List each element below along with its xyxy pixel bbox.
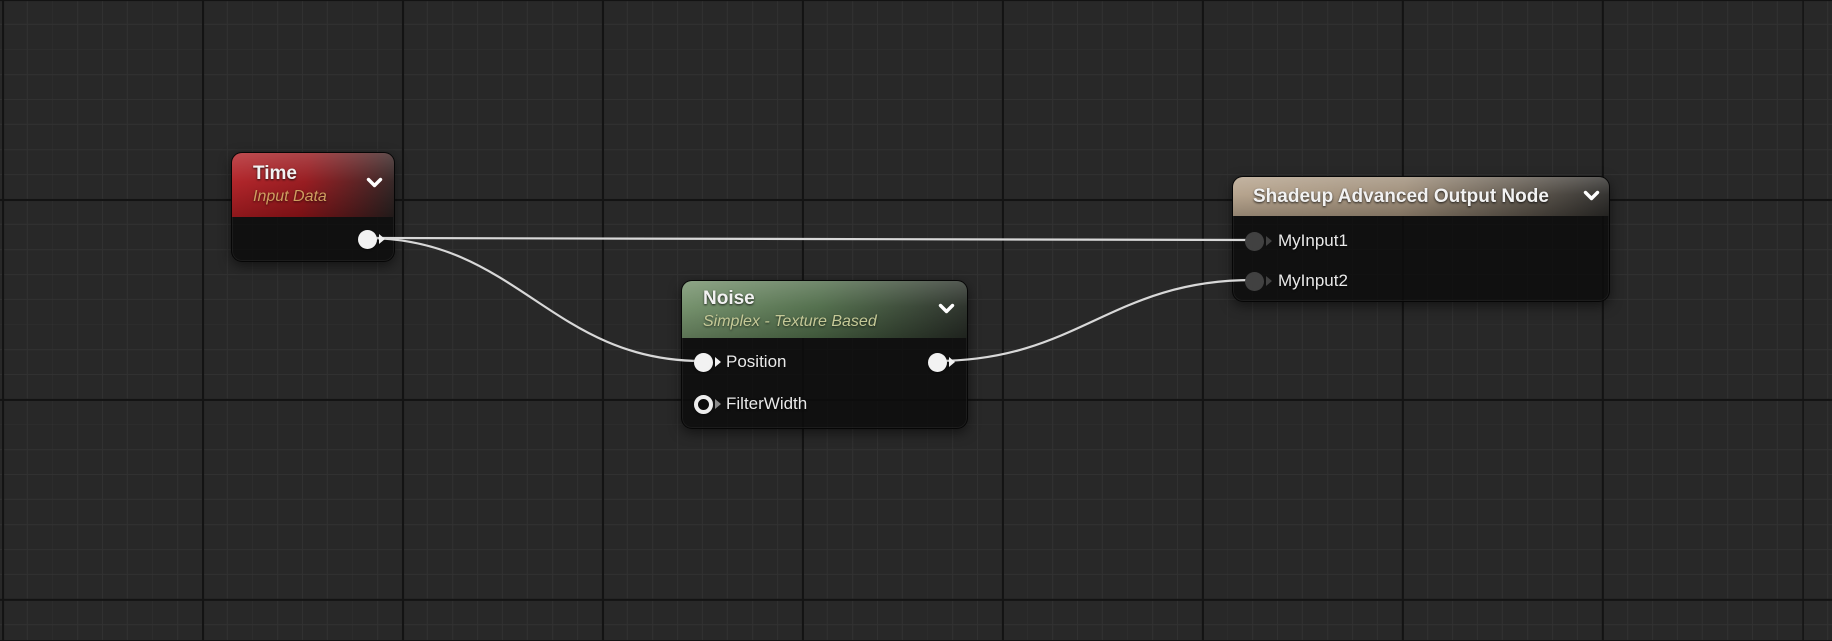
pin-shadeup-input-myinput1[interactable] [1244, 231, 1272, 251]
pin-noise-input-position[interactable] [693, 352, 721, 372]
pin-shadeup-input-myinput2[interactable] [1244, 271, 1272, 291]
pin-label-position: Position [726, 352, 787, 371]
node-title: Noise [703, 288, 755, 309]
node-shadeup-output[interactable]: Shadeup Advanced Output Node MyInput1 My… [1232, 176, 1610, 302]
node-noise[interactable]: Noise Simplex - Texture Based Position F… [681, 280, 968, 429]
node-title: Shadeup Advanced Output Node [1253, 186, 1549, 207]
pin-label-myinput1: MyInput1 [1278, 231, 1348, 250]
node-noise-header[interactable]: Noise Simplex - Texture Based [682, 281, 967, 338]
pin-time-output[interactable] [357, 229, 385, 249]
pin-noise-input-filterwidth[interactable] [693, 394, 721, 414]
chevron-down-icon[interactable] [1583, 190, 1600, 202]
node-subtitle: Simplex - Texture Based [703, 313, 877, 330]
node-time[interactable]: Time Input Data [231, 152, 395, 262]
chevron-down-icon[interactable] [366, 177, 383, 189]
wire-time-output-to-shadeup-MyInput1[interactable] [364, 236, 1255, 242]
wire-time-output-to-noise-Position[interactable] [364, 236, 704, 363]
node-subtitle: Input Data [253, 188, 327, 205]
node-shadeup-header[interactable]: Shadeup Advanced Output Node [1233, 177, 1609, 216]
pin-label-filterwidth: FilterWidth [726, 394, 808, 413]
wire-noise-result-to-shadeup-MyInput2[interactable] [934, 278, 1255, 363]
graph-canvas[interactable]: Time Input Data Noise Simplex - Texture … [0, 0, 1832, 641]
chevron-down-icon[interactable] [938, 303, 955, 315]
pin-label-myinput2: MyInput2 [1278, 271, 1348, 290]
pin-noise-output-result[interactable] [927, 352, 955, 372]
node-time-header[interactable]: Time Input Data [232, 153, 394, 217]
